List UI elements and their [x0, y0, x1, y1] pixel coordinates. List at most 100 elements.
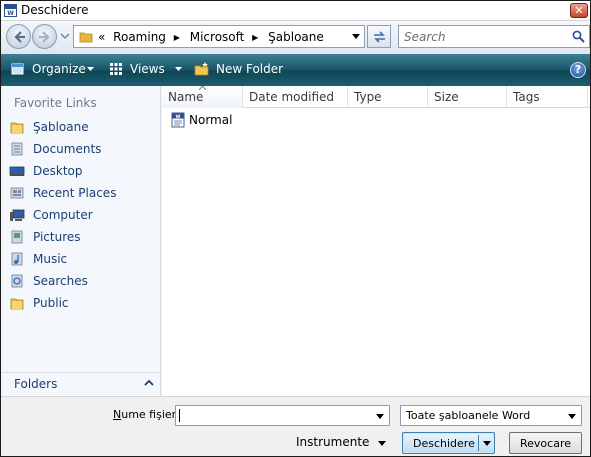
svg-text:W: W — [176, 114, 181, 120]
breadcrumb-separator-icon[interactable]: ▶ — [174, 33, 180, 42]
file-name: Normal — [189, 113, 233, 127]
search-input[interactable]: Search — [398, 25, 590, 48]
views-label: Views — [130, 62, 165, 76]
breadcrumb: « Roaming ▶ Microsoft ▶ Şabloane — [98, 30, 328, 44]
tools-dropdown-icon — [378, 441, 386, 446]
favorite-links-heading: Favorite Links — [14, 96, 97, 110]
split-divider — [478, 435, 479, 451]
chevron-up-icon — [144, 379, 154, 386]
back-button[interactable] — [6, 24, 31, 49]
breadcrumb-item-microsoft[interactable]: Microsoft — [190, 30, 245, 44]
filename-label-text: ume fişier: — [121, 408, 180, 421]
computer-icon — [10, 209, 25, 221]
help-button[interactable]: ? — [570, 62, 586, 78]
sidebar-item-documents[interactable]: Documents — [2, 138, 160, 160]
folder-icon — [10, 122, 24, 134]
sidebar-item-label: Pictures — [33, 230, 81, 244]
column-header-type[interactable]: Type — [348, 86, 428, 108]
breadcrumb-separator-icon[interactable]: ▶ — [252, 33, 258, 42]
folders-toggle[interactable]: Folders — [2, 372, 160, 396]
new-folder-button[interactable]: New Folder — [194, 61, 284, 79]
new-folder-icon — [194, 62, 209, 76]
address-dropdown-icon[interactable] — [352, 34, 360, 40]
sidebar-item-music[interactable]: Music — [2, 248, 160, 270]
searches-icon — [11, 274, 23, 288]
sidebar-item-label: Documents — [33, 142, 102, 156]
navigation-bar: « Roaming ▶ Microsoft ▶ Şabloane Search — [1, 21, 590, 54]
sidebar-item-sabloane[interactable]: Şabloane — [2, 116, 160, 138]
pictures-icon — [11, 230, 23, 244]
column-header-tags[interactable]: Tags — [507, 86, 588, 108]
column-header-label: Size — [434, 90, 459, 104]
word-template-icon: W — [171, 112, 185, 128]
search-icon[interactable] — [572, 30, 585, 43]
filename-dropdown-icon[interactable] — [376, 414, 384, 419]
title-bar[interactable]: W Deschidere ✕ — [1, 1, 590, 21]
search-placeholder: Search — [404, 30, 446, 44]
refresh-icon — [374, 31, 385, 43]
column-header-row: Name Date modified Type Size Tags — [162, 86, 590, 108]
sidebar-item-public[interactable]: Public — [2, 292, 160, 314]
help-icon: ? — [574, 63, 582, 76]
sidebar-item-label: Searches — [33, 274, 88, 288]
forward-arrow-icon — [39, 31, 50, 43]
sidebar-item-recent-places[interactable]: Recent Places — [2, 182, 160, 204]
dialog-footer: Nume fişier: Toate şabloanele Word Instr… — [1, 396, 590, 456]
sidebar-item-desktop[interactable]: Desktop — [2, 160, 160, 182]
views-icon — [110, 63, 122, 75]
tools-button[interactable]: Instrumente — [296, 435, 392, 453]
tools-label: Instrumente — [296, 435, 370, 449]
text-caret — [179, 409, 180, 422]
breadcrumb-item-roaming[interactable]: Roaming — [113, 30, 166, 44]
documents-icon — [11, 142, 23, 156]
back-arrow-icon — [14, 31, 25, 43]
filename-label-accesskey: N — [113, 408, 122, 421]
sidebar-item-label: Computer — [33, 208, 93, 222]
file-type-select[interactable]: Toate şabloanele Word — [400, 405, 582, 426]
cancel-button[interactable]: Revocare — [509, 432, 582, 454]
file-type-dropdown-icon — [568, 414, 576, 419]
open-options-dropdown-icon[interactable] — [483, 441, 491, 446]
folder-icon — [79, 32, 93, 43]
close-button[interactable]: ✕ — [570, 3, 588, 18]
navigation-pane: Favorite Links Şabloane Documents Deskto… — [2, 86, 161, 396]
list-item[interactable]: W Normal — [168, 110, 248, 130]
organize-label: Organize — [32, 62, 86, 76]
sidebar-item-pictures[interactable]: Pictures — [2, 226, 160, 248]
refresh-button[interactable] — [367, 25, 391, 48]
sidebar-item-label: Public — [33, 296, 69, 310]
folders-label: Folders — [14, 377, 58, 391]
cancel-label: Revocare — [520, 437, 571, 450]
close-icon: ✕ — [574, 4, 584, 17]
recent-places-icon — [10, 187, 24, 199]
views-button[interactable]: Views — [109, 61, 185, 79]
column-header-label: Tags — [513, 90, 540, 104]
filename-label: Nume fişier: — [113, 408, 180, 421]
desktop-icon — [9, 166, 25, 176]
file-type-value: Toate şabloanele Word — [406, 409, 531, 422]
window-title: Deschidere — [21, 3, 89, 17]
sidebar-item-label: Music — [33, 252, 68, 266]
open-label: Deschidere — [413, 437, 475, 450]
breadcrumb-overflow[interactable]: « — [98, 30, 105, 44]
file-list[interactable]: Name Date modified Type Size Tags W Norm — [162, 86, 590, 396]
new-folder-label: New Folder — [216, 62, 284, 76]
music-icon — [11, 252, 23, 266]
column-header-size[interactable]: Size — [428, 86, 507, 108]
sidebar-item-searches[interactable]: Searches — [2, 270, 160, 292]
organize-button[interactable]: Organize — [11, 61, 99, 79]
open-button[interactable]: Deschidere — [402, 432, 495, 454]
sidebar-item-computer[interactable]: Computer — [2, 204, 160, 226]
breadcrumb-item-sabloane[interactable]: Şabloane — [268, 30, 324, 44]
column-header-label: Name — [168, 90, 204, 104]
column-header-label: Date modified — [249, 90, 335, 104]
column-header-name[interactable]: Name — [162, 86, 243, 108]
folder-icon — [10, 298, 24, 310]
column-header-date-modified[interactable]: Date modified — [243, 86, 348, 108]
forward-button[interactable] — [32, 24, 57, 49]
address-bar[interactable]: « Roaming ▶ Microsoft ▶ Şabloane — [73, 25, 365, 48]
svg-text:W: W — [7, 10, 14, 17]
filename-input[interactable] — [175, 405, 390, 426]
organize-icon — [11, 63, 24, 75]
recent-pages-dropdown-icon[interactable] — [60, 31, 70, 41]
